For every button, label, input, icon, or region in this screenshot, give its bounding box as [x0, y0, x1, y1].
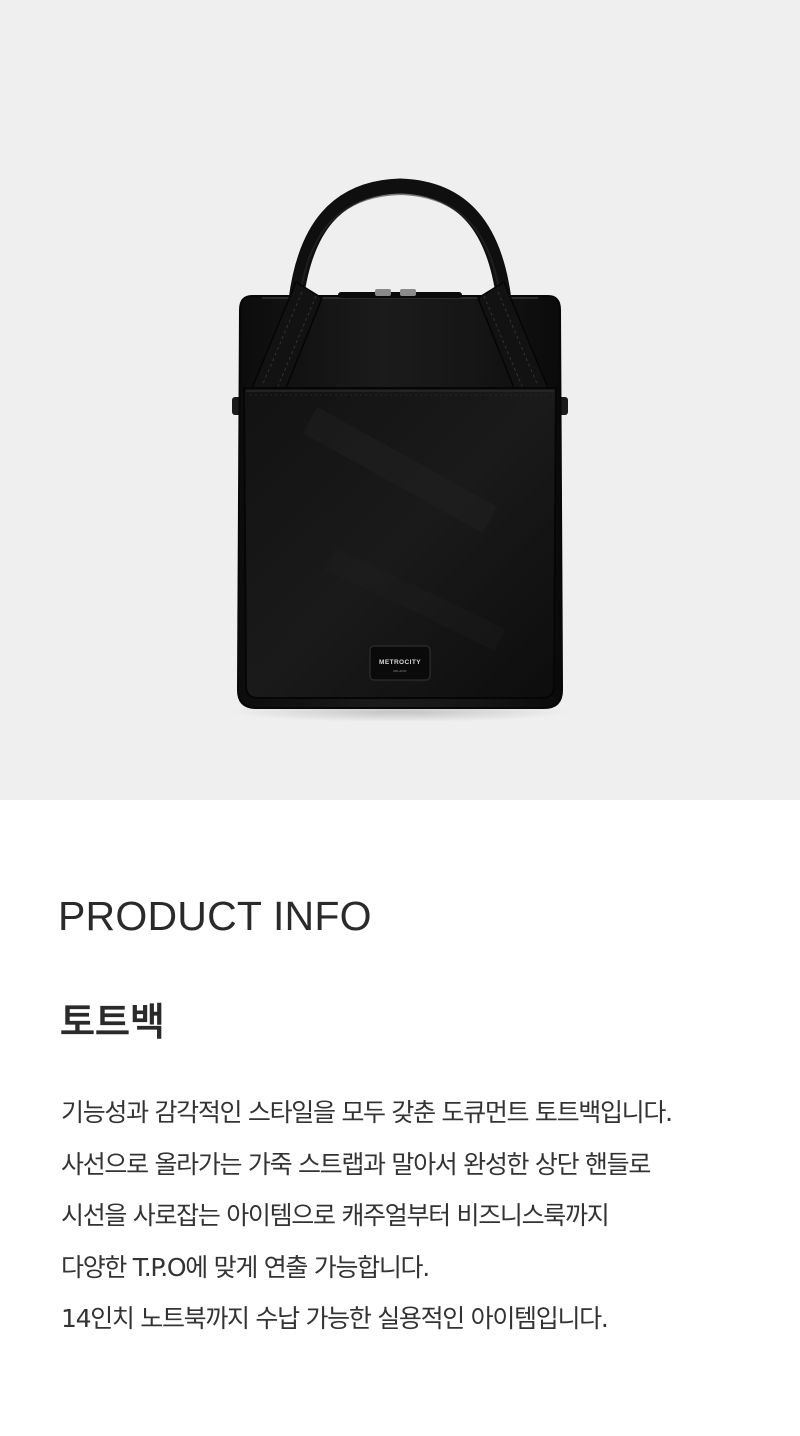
tote-bag-illustration: METROCITY MILANO	[230, 178, 570, 722]
description-line: 사선으로 올라가는 가죽 스트랩과 말아서 완성한 상단 핸들로	[61, 1149, 651, 1179]
brand-sublabel: MILANO	[393, 669, 407, 673]
description-line: 14인치 노트북까지 수납 가능한 실용적인 아이템입니다.	[61, 1304, 609, 1333]
bag-handle	[288, 178, 512, 308]
description-line: 다양한 T.P.O에 맞게 연출 가능합니다.	[61, 1252, 430, 1282]
description-line: 시선을 사로잡는 아이템으로 캐주얼부터 비즈니스룩까지	[61, 1201, 610, 1230]
product-info-section: PRODUCT INFO 토트백 기능성과 감각적인 스타일을 모두 갖춘 도큐…	[0, 800, 800, 1436]
section-heading: PRODUCT INFO	[58, 893, 372, 939]
description-line: 기능성과 감각적인 스타일을 모두 갖춘 도큐먼트 토트백입니다.	[61, 1098, 673, 1127]
zipper-pull-icon	[400, 289, 416, 296]
product-description: 기능성과 감각적인 스타일을 모두 갖춘 도큐먼트 토트백입니다. 사선으로 올…	[61, 1087, 781, 1345]
product-hero-image: METROCITY MILANO	[0, 0, 800, 800]
brand-label: METROCITY	[379, 659, 421, 666]
zipper-pull-icon	[375, 289, 391, 296]
product-name: 토트백	[60, 1000, 165, 1044]
